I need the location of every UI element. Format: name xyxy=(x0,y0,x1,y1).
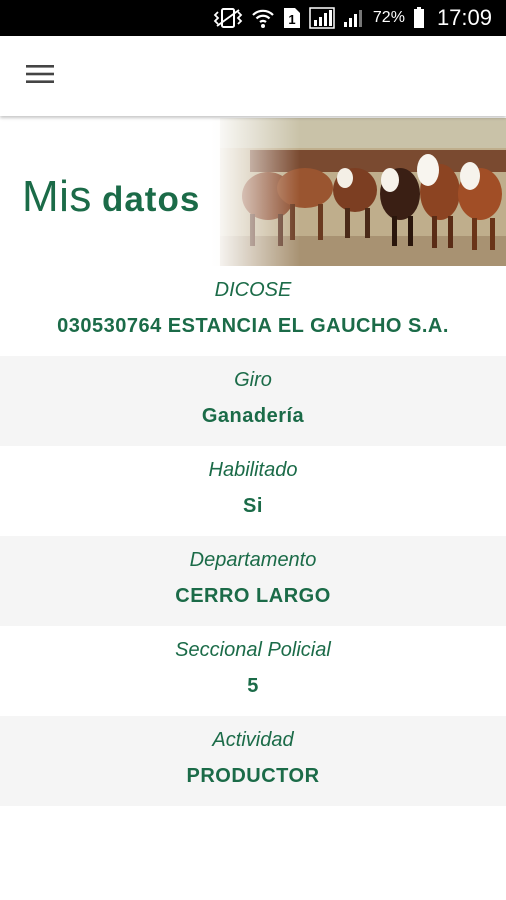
info-row-seccional-policial: Seccional Policial 5 xyxy=(0,626,506,716)
row-label: Giro xyxy=(234,369,272,391)
row-value: CERRO LARGO xyxy=(175,585,331,607)
row-label: Habilitado xyxy=(208,459,298,481)
menu-button[interactable] xyxy=(20,58,60,94)
row-value: Si xyxy=(243,495,263,517)
vibrate-icon xyxy=(213,8,243,28)
row-label: DICOSE xyxy=(214,279,292,301)
header-banner: Mis datos xyxy=(0,118,506,266)
signal-icon xyxy=(343,8,365,28)
info-row-habilitado: Habilitado Si xyxy=(0,446,506,536)
info-row-dicose: DICOSE 030530764 ESTANCIA EL GAUCHO S.A. xyxy=(0,266,506,356)
row-value: PRODUCTOR xyxy=(186,765,320,787)
battery-icon xyxy=(413,7,425,29)
page-title-light: Mis xyxy=(22,172,92,221)
info-list: DICOSE 030530764 ESTANCIA EL GAUCHO S.A.… xyxy=(0,266,506,806)
signal-icon xyxy=(309,7,335,29)
hamburger-menu-icon xyxy=(26,64,54,88)
row-label: Seccional Policial xyxy=(175,639,331,661)
info-row-departamento: Departamento CERRO LARGO xyxy=(0,536,506,626)
row-label: Actividad xyxy=(212,729,294,751)
clock: 17:09 xyxy=(436,5,492,30)
app-bar xyxy=(0,36,506,116)
page-title: Mis datos xyxy=(22,172,200,222)
info-row-giro: Giro Ganadería xyxy=(0,356,506,446)
status-bar: 1 72% 17:09 xyxy=(0,0,506,36)
row-value: 030530764 ESTANCIA EL GAUCHO S.A. xyxy=(57,315,449,337)
info-row-actividad: Actividad PRODUCTOR xyxy=(0,716,506,806)
row-label: Departamento xyxy=(189,549,317,571)
row-value: 5 xyxy=(247,675,259,697)
row-value: Ganadería xyxy=(201,405,305,427)
page-title-bold: datos xyxy=(101,180,201,219)
wifi-icon xyxy=(251,7,275,29)
svg-text:1: 1 xyxy=(288,12,295,27)
battery-percent: 72% xyxy=(372,9,405,26)
sim-1-icon: 1 xyxy=(283,7,301,29)
